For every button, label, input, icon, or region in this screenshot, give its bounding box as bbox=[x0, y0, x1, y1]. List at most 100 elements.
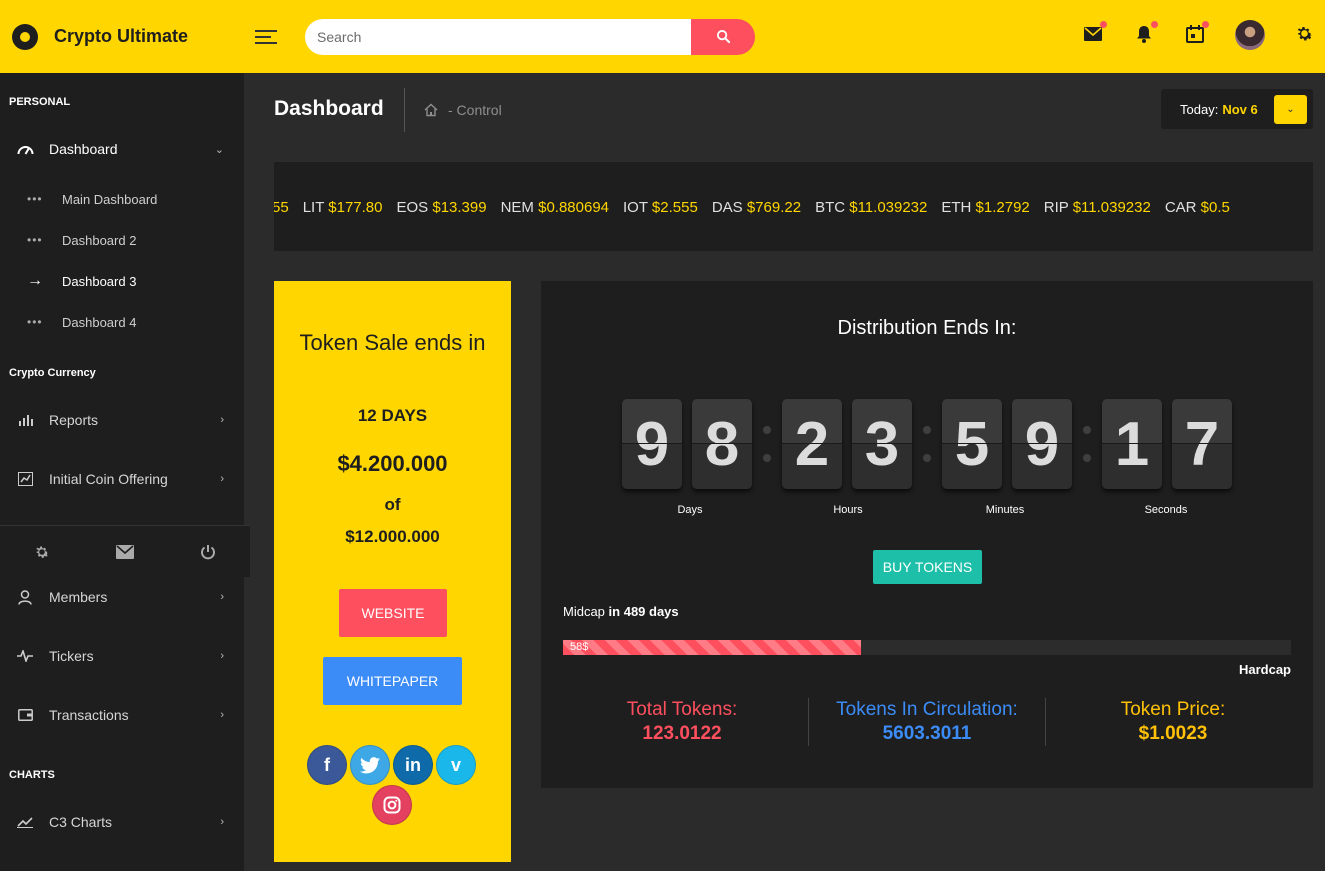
footer-mail-button[interactable] bbox=[115, 542, 135, 562]
stat-value: 123.0122 bbox=[642, 723, 722, 744]
sidebar-subitem-main-dashboard[interactable]: ••• Main Dashboard bbox=[0, 186, 244, 212]
dots-icon: ••• bbox=[27, 315, 43, 329]
sidebar-item-label: Members bbox=[49, 589, 108, 605]
notifications-button[interactable] bbox=[1134, 21, 1158, 44]
sidebar-subitem-dashboard-2[interactable]: ••• Dashboard 2 bbox=[0, 227, 244, 253]
breadcrumb-current: - Control bbox=[448, 102, 502, 118]
search-input[interactable] bbox=[305, 18, 691, 55]
sidebar-item-label: Initial Coin Offering bbox=[49, 471, 168, 487]
sidebar-item-label: Tickers bbox=[49, 648, 94, 664]
sidebar-item-tickers[interactable]: Tickers › bbox=[0, 641, 244, 671]
sidebar-item-label: C3 Charts bbox=[49, 814, 113, 830]
date-picker[interactable]: Today: Nov 6 ⌄ bbox=[1161, 89, 1313, 129]
ticker-item: IOT $2.555 bbox=[623, 199, 698, 216]
ticker-symbol: ETH bbox=[941, 199, 972, 216]
search-icon bbox=[716, 29, 730, 44]
buy-tokens-button[interactable]: BUY TOKENS bbox=[873, 550, 982, 584]
token-sale-goal: $12.000.000 bbox=[345, 527, 440, 546]
wallet-icon bbox=[16, 706, 34, 724]
stat-value: 5603.3011 bbox=[882, 723, 972, 744]
sidebar-item-initial-coin-offering[interactable]: Initial Coin Offering › bbox=[0, 464, 244, 494]
midcap-prefix: Midcap bbox=[563, 604, 605, 619]
facebook-icon[interactable]: f bbox=[307, 745, 347, 785]
ticker-price: $177.80 bbox=[328, 199, 383, 216]
stat-divider bbox=[1045, 698, 1046, 746]
progress-bar-label: 58$ bbox=[570, 641, 589, 653]
sidebar-item-dashboard[interactable]: Dashboard ⌄ bbox=[0, 134, 244, 164]
trend-up-icon bbox=[16, 813, 34, 831]
ticker-item: CAR $0.5 bbox=[1165, 199, 1230, 216]
chevron-right-icon: › bbox=[220, 591, 224, 603]
sidebar-item-reports[interactable]: Reports › bbox=[0, 405, 244, 435]
mail-button[interactable] bbox=[1083, 21, 1107, 44]
chevron-down-icon: ⌄ bbox=[1286, 104, 1295, 115]
ticker-track: 55 LIT $177.80 EOS $13.399 NEM $0.880694 IO… bbox=[274, 199, 1244, 216]
chevron-right-icon: › bbox=[220, 414, 224, 426]
ticker-price: $11.039232 bbox=[849, 199, 928, 216]
sidebar-subitem-label: Dashboard 3 bbox=[62, 273, 137, 289]
countdown-separator bbox=[923, 426, 931, 464]
token-sale-card: Token Sale ends in 12 DAYS $4.200.000 of… bbox=[274, 281, 511, 862]
ticker-symbol: CAR bbox=[1164, 199, 1197, 216]
whitepaper-button[interactable]: WHITEPAPER bbox=[323, 657, 462, 705]
ticker-symbol: DAS bbox=[711, 199, 743, 216]
user-avatar[interactable] bbox=[1235, 20, 1265, 50]
footer-power-button[interactable] bbox=[198, 542, 218, 562]
mail-icon bbox=[116, 544, 134, 559]
search-button[interactable] bbox=[691, 18, 755, 55]
sidebar-item-transactions[interactable]: Transactions › bbox=[0, 700, 244, 730]
ticker-item: LIT $177.80 bbox=[303, 199, 383, 216]
crypto-logo-icon bbox=[12, 23, 38, 50]
date-value: Nov 6 bbox=[1222, 101, 1258, 117]
date-label: Today: bbox=[1180, 101, 1219, 117]
sidebar-subitem-dashboard-4[interactable]: ••• Dashboard 4 bbox=[0, 309, 244, 335]
sidebar-item-members[interactable]: Members › bbox=[0, 582, 244, 612]
vimeo-icon[interactable]: v bbox=[436, 745, 476, 785]
topbar bbox=[244, 0, 1325, 73]
progress-bar: 58$ bbox=[563, 640, 1291, 655]
settings-button[interactable] bbox=[1294, 23, 1314, 43]
bar-chart-icon bbox=[16, 411, 34, 429]
arrow-right-icon: → bbox=[27, 272, 44, 289]
countdown-separator bbox=[763, 426, 771, 464]
power-icon bbox=[201, 544, 215, 559]
ticker-item: NEM $0.880694 bbox=[501, 199, 609, 216]
date-dropdown-button[interactable]: ⌄ bbox=[1274, 95, 1307, 124]
sidebar-item-label: Reports bbox=[49, 412, 99, 428]
sidebar-subitem-label: Dashboard 4 bbox=[62, 314, 137, 330]
token-sale-days: 12 DAYS bbox=[357, 406, 428, 425]
footer-settings-button[interactable] bbox=[32, 542, 52, 562]
brand[interactable]: Crypto Ultimate bbox=[0, 0, 244, 73]
section-personal: PERSONAL bbox=[9, 96, 71, 108]
ticker-price: 55 bbox=[274, 199, 289, 216]
speedometer-icon bbox=[16, 140, 34, 158]
sidebar-item-c3-charts[interactable]: C3 Charts › bbox=[0, 807, 244, 837]
gear-icon bbox=[36, 546, 49, 558]
ico-chart-icon bbox=[16, 470, 34, 488]
chevron-right-icon: › bbox=[220, 473, 224, 485]
calendar-icon bbox=[1186, 25, 1204, 43]
sidebar-footer bbox=[0, 525, 250, 577]
ticker-item-fragment: 55 bbox=[274, 199, 289, 216]
home-icon[interactable] bbox=[424, 103, 438, 117]
bell-notification-dot bbox=[1151, 21, 1158, 28]
instagram-icon[interactable] bbox=[372, 785, 412, 825]
sidebar-item-label: Dashboard bbox=[49, 141, 118, 157]
calendar-button[interactable] bbox=[1185, 21, 1209, 44]
countdown-digit: 2 bbox=[782, 399, 842, 489]
sidebar-subitem-dashboard-3[interactable]: → Dashboard 3 bbox=[0, 268, 244, 294]
token-sale-heading: Token Sale ends in bbox=[274, 325, 511, 361]
countdown-unit-minutes: Minutes bbox=[985, 504, 1025, 516]
stat-label: Total Tokens: bbox=[626, 699, 738, 720]
ticker-symbol: BTC bbox=[815, 199, 846, 216]
linkedin-icon[interactable]: in bbox=[393, 745, 433, 785]
website-button[interactable]: WEBSITE bbox=[339, 589, 447, 637]
countdown-digit: 8 bbox=[692, 399, 752, 489]
menu-toggle-icon[interactable] bbox=[255, 29, 279, 44]
stat-tokens-in-circulation: Tokens In Circulation: 5603.3011 bbox=[808, 698, 1046, 746]
ticker-price: $0.880694 bbox=[538, 199, 610, 216]
twitter-icon[interactable] bbox=[350, 745, 390, 785]
price-ticker: 55 LIT $177.80 EOS $13.399 NEM $0.880694 IO… bbox=[274, 162, 1313, 251]
ticker-item: RIP $11.039232 bbox=[1044, 199, 1151, 216]
countdown-unit-hours: Hours bbox=[833, 504, 863, 516]
